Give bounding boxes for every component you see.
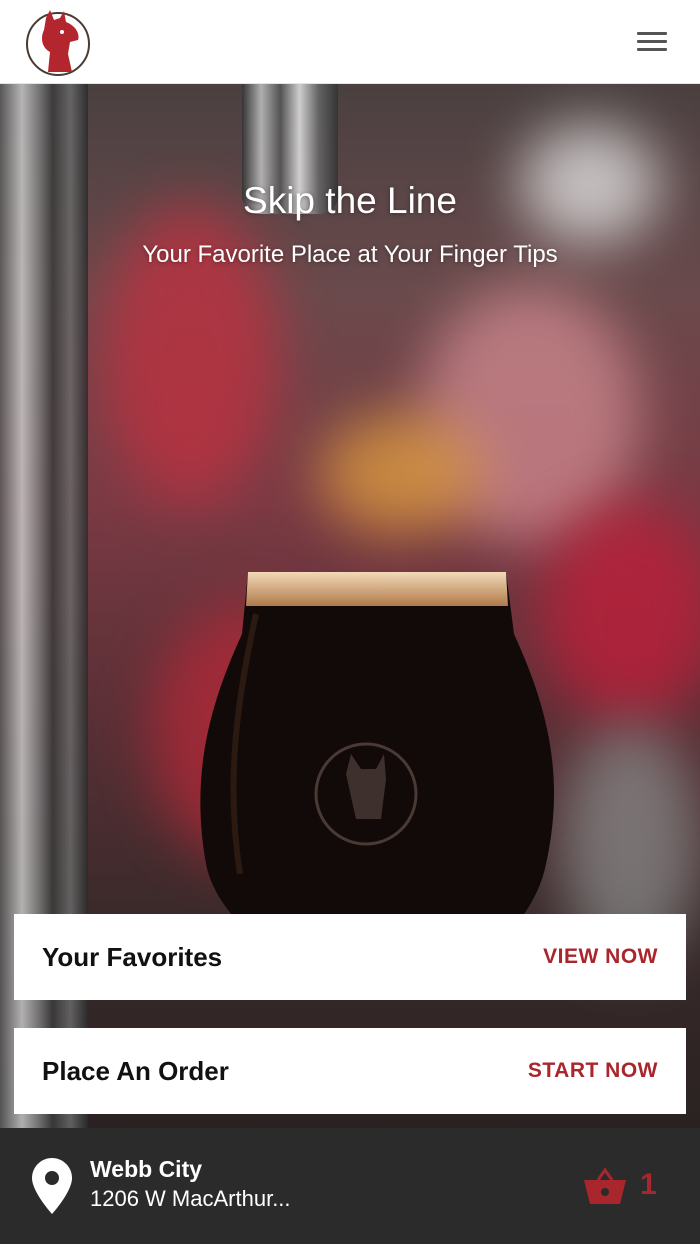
location-footer: Webb City 1206 W MacArthur... 1 [0, 1128, 700, 1244]
hamburger-menu-icon[interactable] [637, 32, 667, 52]
app-header [0, 0, 700, 84]
place-order-card[interactable]: Place An Order START NOW [14, 1028, 686, 1114]
hero-subtitle: Your Favorite Place at Your Finger Tips [142, 241, 558, 268]
your-favorites-card[interactable]: Your Favorites VIEW NOW [14, 914, 686, 1000]
cart-count[interactable]: 1 [640, 1168, 657, 1202]
location-address[interactable]: 1206 W MacArthur... [90, 1186, 291, 1212]
basket-icon[interactable] [584, 1168, 626, 1204]
favorites-label: Your Favorites [42, 942, 223, 972]
map-pin-icon[interactable] [32, 1158, 72, 1214]
view-now-button[interactable]: VIEW NOW [543, 914, 658, 1000]
llama-logo-icon[interactable] [24, 8, 92, 76]
location-name[interactable]: Webb City [90, 1156, 202, 1183]
place-order-label: Place An Order [42, 1056, 229, 1086]
hero-title: Skip the Line [243, 180, 457, 221]
start-now-button[interactable]: START NOW [528, 1028, 658, 1114]
beer-glass-image [200, 572, 555, 964]
